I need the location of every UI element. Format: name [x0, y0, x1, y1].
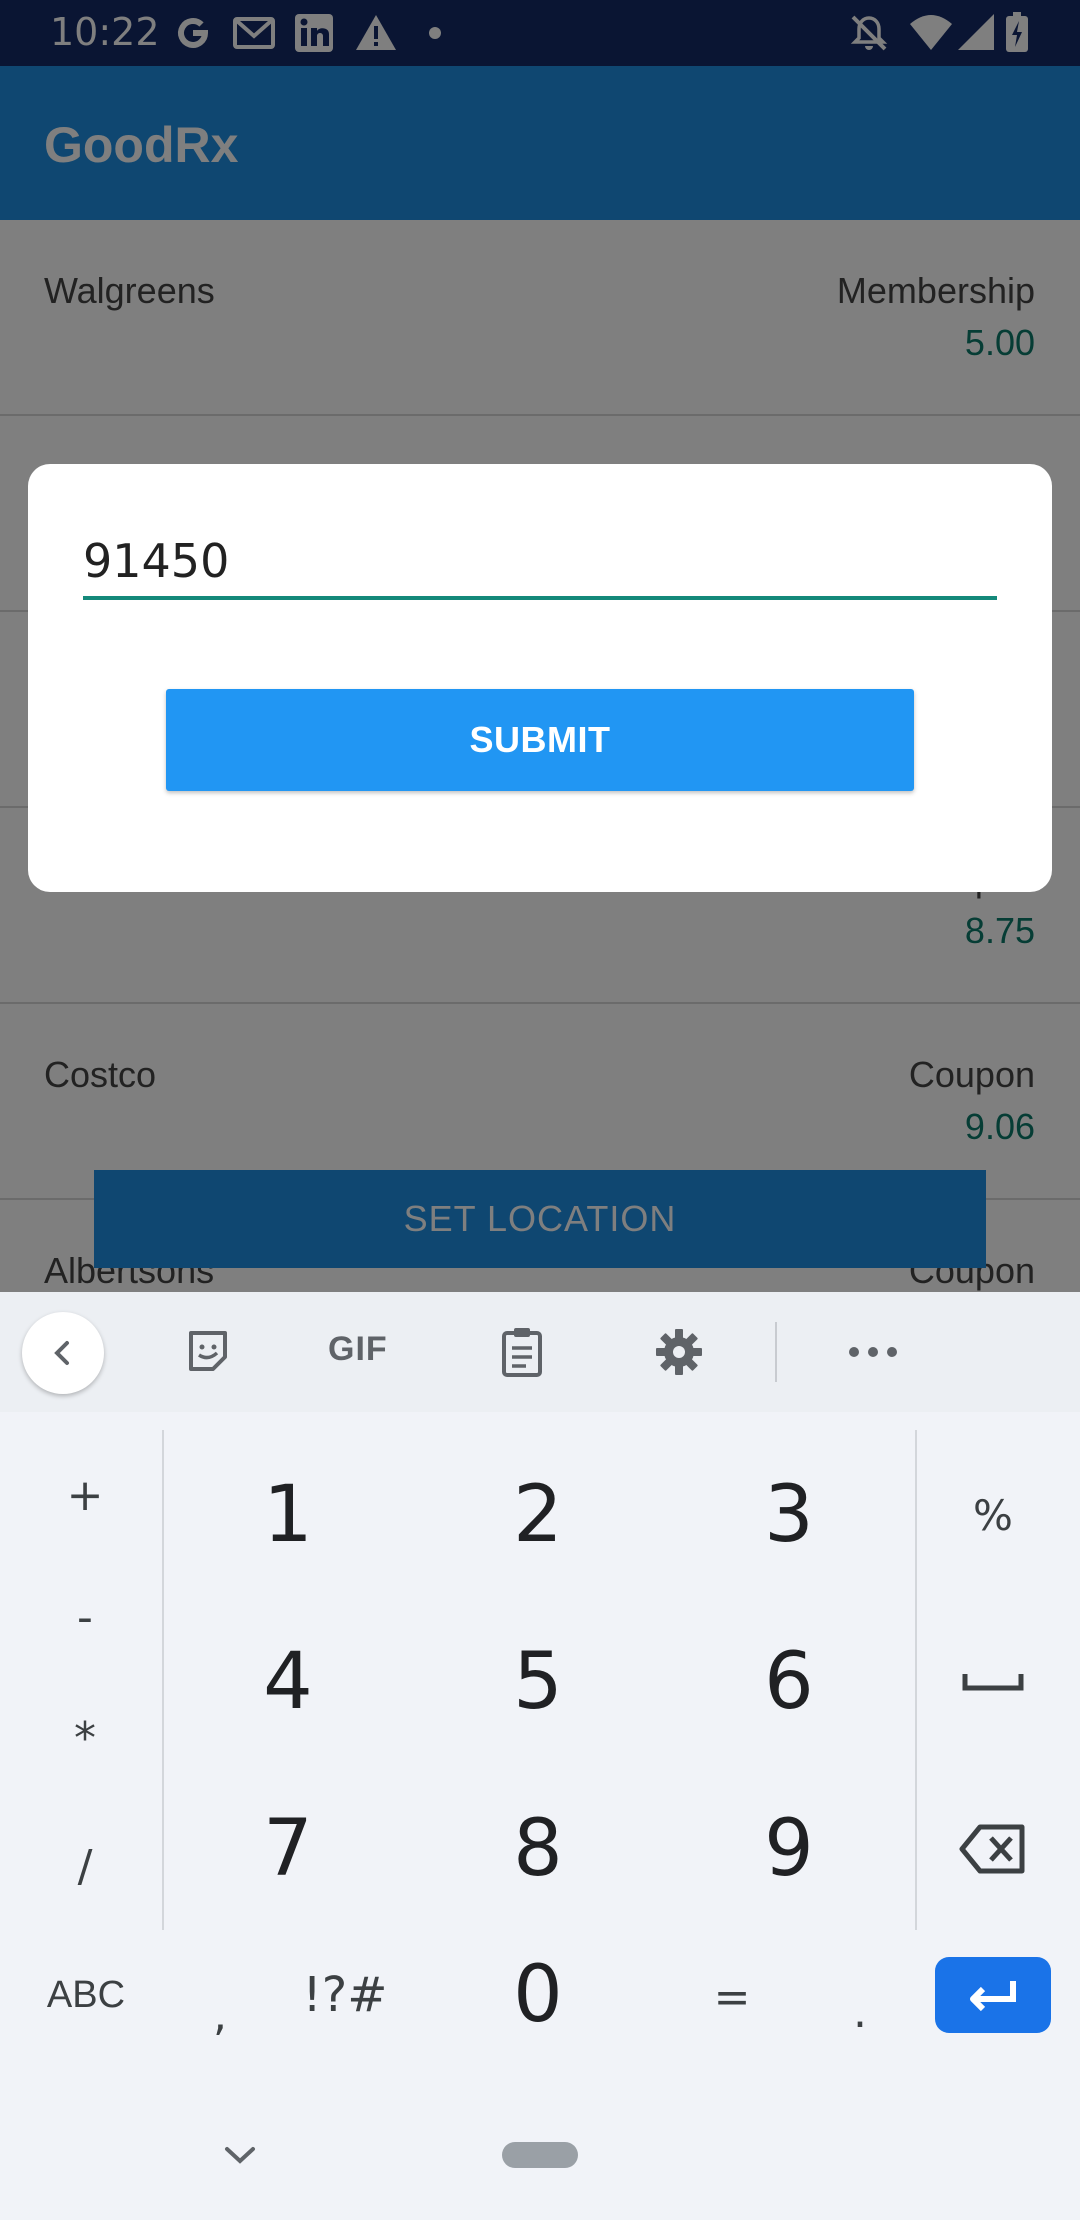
gif-icon[interactable]: GIF [328, 1330, 388, 1369]
key-divider-right [915, 1430, 917, 1930]
key-0[interactable]: 0 [458, 1945, 618, 2045]
nav-handle[interactable] [502, 2142, 578, 2168]
key-period[interactable]: . [820, 1972, 900, 2052]
keyboard-toolbar: GIF [0, 1292, 1080, 1412]
key-6[interactable]: 6 [709, 1632, 869, 1732]
zip-code-input[interactable]: 91450 [83, 534, 997, 600]
enter-icon[interactable] [935, 1957, 1051, 2033]
settings-icon[interactable] [649, 1322, 709, 1382]
key-2[interactable]: 2 [458, 1465, 618, 1565]
chevron-down-icon[interactable] [210, 2130, 270, 2180]
key-abc[interactable]: ABC [30, 1955, 142, 2035]
key-multiply[interactable]: * [40, 1698, 130, 1778]
key-minus[interactable]: - [40, 1577, 130, 1657]
submit-button[interactable]: SUBMIT [166, 689, 914, 791]
key-percent[interactable]: % [948, 1475, 1038, 1555]
key-plus[interactable]: + [40, 1455, 130, 1535]
toolbar-divider [775, 1322, 777, 1382]
key-1[interactable]: 1 [208, 1465, 368, 1565]
key-5[interactable]: 5 [458, 1632, 618, 1732]
backspace-icon[interactable] [948, 1809, 1038, 1889]
key-3[interactable]: 3 [709, 1465, 869, 1565]
key-comma[interactable]: , [180, 1975, 260, 2055]
key-divider-left [162, 1430, 164, 1930]
sticker-icon[interactable] [178, 1322, 238, 1382]
key-4[interactable]: 4 [208, 1632, 368, 1732]
more-icon[interactable] [843, 1322, 903, 1382]
key-7[interactable]: 7 [208, 1799, 368, 1899]
back-icon[interactable] [22, 1312, 104, 1394]
key-divide[interactable]: / [40, 1826, 130, 1906]
key-equals[interactable]: = [692, 1957, 772, 2037]
key-symbols[interactable]: !?# [280, 1955, 410, 2035]
zip-dialog: 91450 SUBMIT [28, 464, 1052, 892]
key-8[interactable]: 8 [458, 1799, 618, 1899]
space-icon[interactable] [948, 1642, 1038, 1722]
clipboard-icon[interactable] [492, 1322, 552, 1382]
key-9[interactable]: 9 [709, 1799, 869, 1899]
